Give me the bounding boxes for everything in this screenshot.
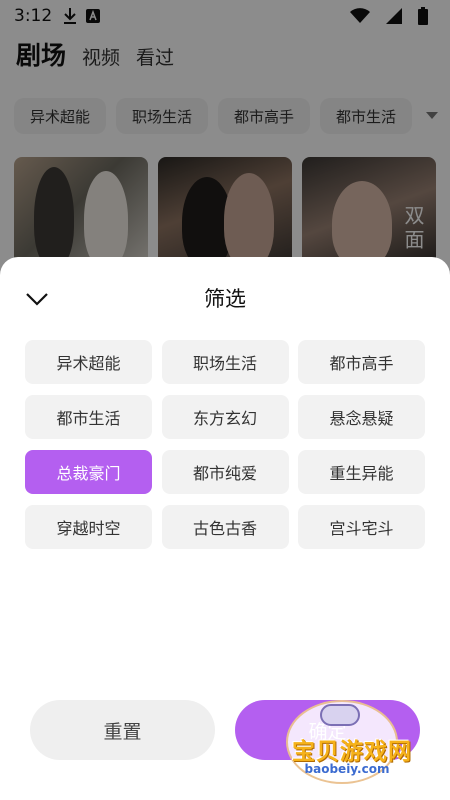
filter-chip[interactable]: 宫斗宅斗 (298, 505, 425, 549)
filter-sheet: 筛选 异术超能 职场生活 都市高手 都市生活 东方玄幻 悬念悬疑 总裁豪门 都市… (0, 257, 450, 800)
filter-chip[interactable]: 职场生活 (161, 340, 289, 384)
filter-chip[interactable]: 都市生活 (25, 395, 152, 439)
filter-chip[interactable]: 东方玄幻 (161, 395, 289, 439)
filter-chip[interactable]: 重生异能 (298, 450, 425, 494)
confirm-button[interactable]: 确定 (235, 700, 420, 760)
sheet-title: 筛选 (204, 287, 246, 311)
reset-button[interactable]: 重置 (30, 700, 215, 760)
filter-chip[interactable]: 悬念悬疑 (298, 395, 425, 439)
filter-chip-selected[interactable]: 总裁豪门 (25, 450, 152, 494)
filter-chip[interactable]: 都市高手 (298, 340, 425, 384)
filter-chip[interactable]: 古色古香 (161, 505, 289, 549)
filter-chip[interactable]: 都市纯爱 (161, 450, 289, 494)
filter-chip[interactable]: 穿越时空 (25, 505, 152, 549)
filter-chip[interactable]: 异术超能 (25, 340, 152, 384)
filter-options: 异术超能 职场生活 都市高手 都市生活 东方玄幻 悬念悬疑 总裁豪门 都市纯爱 … (25, 340, 425, 549)
